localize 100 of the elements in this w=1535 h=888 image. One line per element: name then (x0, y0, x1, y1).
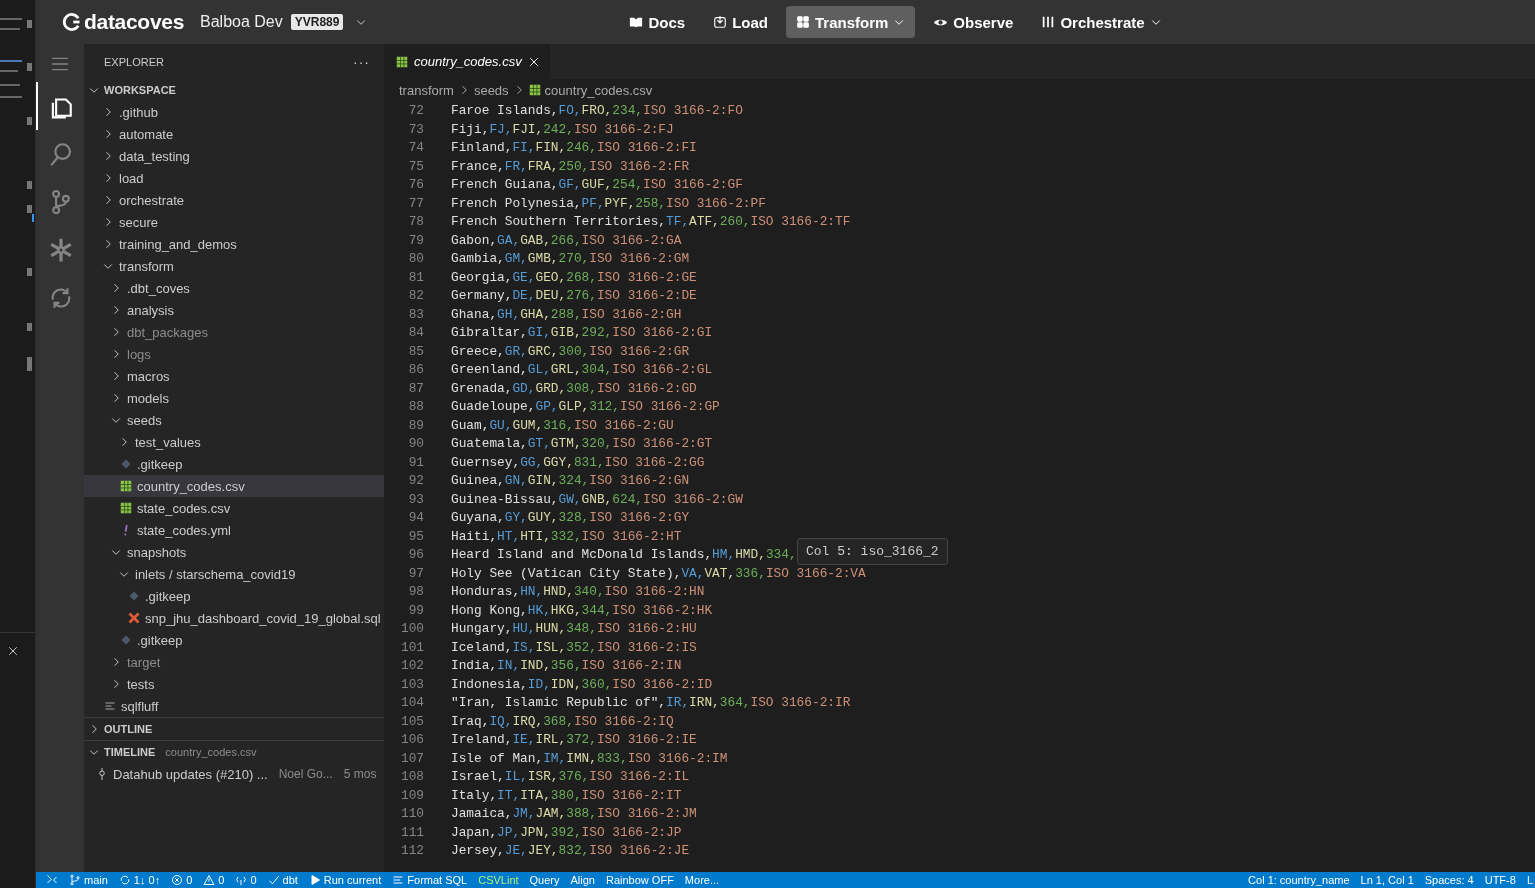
breadcrumb-item[interactable]: transform (399, 82, 454, 98)
tree-item[interactable]: seeds (84, 409, 384, 431)
line-number: 87 (407, 379, 424, 398)
tree-item[interactable]: orchestrate (84, 189, 384, 211)
code-line: Honduras,HN,HND,340,ISO 3166-2:HN (451, 583, 705, 601)
tree-item[interactable]: transform (84, 255, 384, 277)
tree-item[interactable]: snapshots (84, 541, 384, 563)
code-line: Japan,JP,JPN,392,ISO 3166-2:JP (451, 823, 682, 842)
bars-icon (1041, 15, 1056, 29)
status-item[interactable]: Format SQL (392, 874, 468, 886)
tree-item[interactable]: .gitkeep (84, 453, 384, 475)
status-item[interactable]: dbt (267, 874, 298, 886)
commit-icon (96, 767, 108, 781)
line-number: 84 (407, 324, 424, 342)
nav-tab[interactable]: Transform (786, 6, 916, 38)
more-button[interactable]: ··· (353, 53, 370, 70)
status-item[interactable]: 1↓ 0↑ (118, 874, 161, 886)
status-item[interactable]: Align (570, 874, 595, 886)
tree-item[interactable]: sqlfluff (84, 695, 384, 717)
section-header[interactable]: OUTLINE (84, 717, 384, 740)
tree-item[interactable]: .gitkeep (84, 629, 384, 651)
tree-item[interactable]: load (84, 167, 384, 189)
nav-tab[interactable]: Docs (619, 6, 696, 38)
code-line: Georgia,GE,GEO,268,ISO 3166-2:GE (451, 268, 697, 287)
status-item[interactable]: Spaces: 4 (1424, 874, 1474, 886)
tree-item[interactable]: state_codes.yml (84, 519, 384, 541)
line-number: 101 (399, 638, 424, 657)
tree-item[interactable]: tests (84, 673, 384, 695)
tree-item[interactable]: logs (84, 343, 384, 365)
tree-item[interactable]: .gitkeep (84, 585, 384, 607)
timeline-entry[interactable]: Datahub updates (#210) ... Noel Go... 5 mos (84, 763, 384, 785)
status-item[interactable]: main (69, 874, 108, 886)
status-item[interactable]: Query (529, 874, 560, 886)
section-header[interactable]: TIMELINE country_codes.csv (84, 740, 384, 763)
tree-item[interactable]: target (84, 651, 384, 673)
breadcrumb-item[interactable]: country_codes.csv (544, 82, 653, 98)
line-number: 104 (399, 694, 424, 712)
nav-tab[interactable]: Orchestrate (1031, 6, 1172, 38)
nav-tab[interactable]: Load (703, 6, 778, 38)
code-line: Hong Kong,HK,HKG,344,ISO 3166-2:HK (451, 601, 713, 620)
table-icon (528, 84, 541, 96)
status-item[interactable]: Rainbow OFF (606, 874, 674, 886)
tree-item[interactable]: macros (84, 365, 384, 387)
grid-icon (796, 15, 810, 29)
tree-item[interactable]: data_testing (84, 145, 384, 167)
download-icon (713, 15, 728, 29)
environment-badge: YVR889 (290, 14, 344, 30)
warning-icon (203, 874, 216, 886)
table-icon (120, 502, 132, 514)
line-number: 97 (407, 564, 424, 583)
code-line: Gibraltar,GI,GIB,292,ISO 3166-2:GI (451, 324, 713, 342)
status-item[interactable]: More... (684, 874, 720, 886)
status-item[interactable]: 0 (235, 874, 257, 886)
status-item[interactable] (46, 874, 58, 886)
tree-item[interactable]: country_codes.csv (84, 475, 384, 497)
nav-tab[interactable]: Observe (923, 6, 1024, 38)
code-line: Haiti,HT,HTI,332,ISO 3166-2:HT (451, 527, 682, 546)
tooltip: Col 5: iso_3166_2 (797, 538, 948, 565)
tree-item[interactable]: automate (84, 123, 384, 145)
tree-item[interactable]: dbt_packages (84, 321, 384, 343)
status-item[interactable]: CSVLint (478, 874, 519, 886)
line-number: 89 (407, 416, 424, 435)
tree-item[interactable]: inlets / starschema_covid19 (84, 563, 384, 585)
editor-tab[interactable]: country_codes.csv (384, 44, 550, 79)
line-number: 77 (407, 194, 424, 213)
tree-item[interactable]: snp_jhu_dashboard_covid_19_global.sql (84, 607, 384, 629)
code-line: Heard Island and McDonald Islands,HM,HMD,334, (451, 546, 797, 564)
line-number: 76 (407, 176, 424, 194)
status-item[interactable]: 0 (203, 874, 225, 886)
code-line: France,FR,FRA,250,ISO 3166-2:FR (451, 157, 690, 176)
tree-item[interactable]: training_and_demos (84, 233, 384, 255)
status-item[interactable]: Ln 1, Col 1 (1360, 874, 1414, 886)
status-item[interactable]: 0 (171, 874, 193, 886)
tree-item[interactable]: .github (84, 101, 384, 123)
search-icon (48, 141, 74, 167)
line-number: 110 (399, 805, 424, 823)
code-line: Italy,IT,ITA,380,ISO 3166-2:IT (451, 786, 682, 805)
tree-item[interactable]: .dbt_coves (84, 277, 384, 299)
lines-icon (104, 700, 116, 712)
tree-item[interactable]: state_codes.csv (84, 497, 384, 519)
tree-item[interactable]: models (84, 387, 384, 409)
status-item[interactable]: Run current (308, 874, 382, 886)
tree-item[interactable]: test_values (84, 431, 384, 453)
line-number: 72 (407, 102, 424, 120)
close-icon[interactable] (7, 645, 19, 657)
diamond-icon (128, 590, 140, 602)
code-line: Iraq,IQ,IRQ,368,ISO 3166-2:IQ (451, 712, 674, 731)
status-item[interactable]: L (1526, 874, 1533, 886)
status-item[interactable]: Col 1: country_name (1248, 874, 1350, 886)
tree-item[interactable]: secure (84, 211, 384, 233)
code-line: Ghana,GH,GHA,288,ISO 3166-2:GH (451, 305, 682, 324)
section-header[interactable]: WORKSPACE (84, 79, 384, 101)
line-number: 73 (407, 120, 424, 139)
code-line: Guernsey,GG,GGY,831,ISO 3166-2:GG (451, 453, 705, 472)
status-item[interactable]: UTF-8 (1484, 874, 1516, 886)
tree-item[interactable]: analysis (84, 299, 384, 321)
breadcrumb-item[interactable]: seeds (473, 82, 509, 98)
code-line: French Guiana,GF,GUF,254,ISO 3166-2:GF (451, 176, 743, 194)
table-icon (396, 55, 408, 68)
line-number: 79 (407, 231, 424, 250)
